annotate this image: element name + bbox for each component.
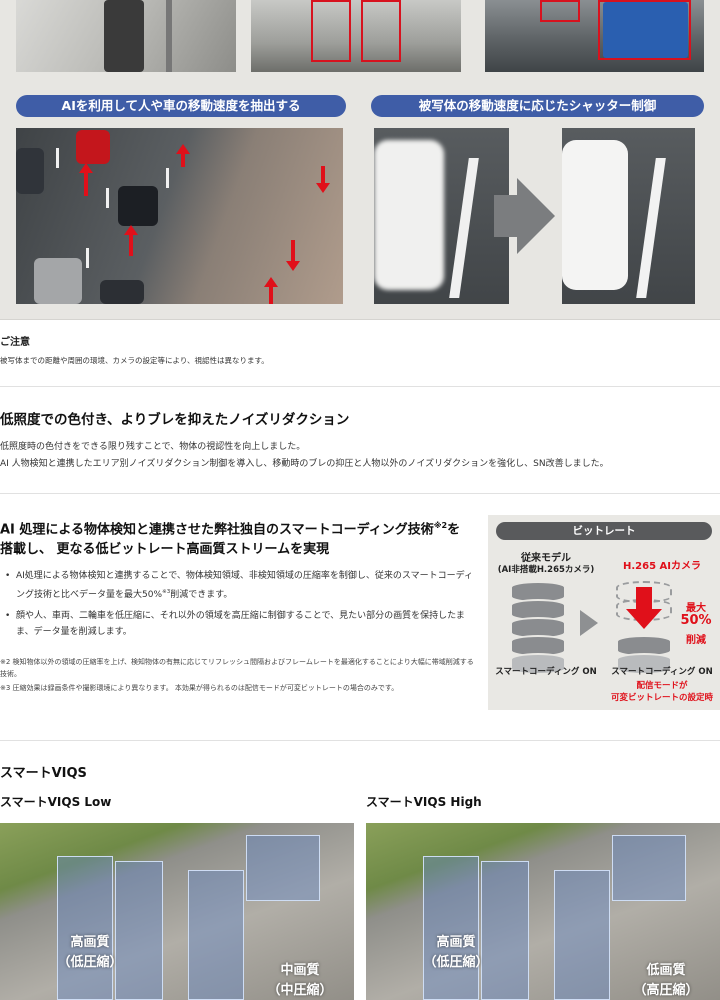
right-caption: スマートコーディング ON xyxy=(611,667,713,677)
feature-panel: AIを利用して人や車の移動速度を抽出する 被写体の移動速度に応じたシャッター制御 xyxy=(0,0,720,320)
mode-note-line2: 可変ビットレートの設定時 xyxy=(610,693,713,703)
bitrate-title: ビットレート xyxy=(496,522,712,540)
smart-coding-heading-text: 搭載し、 更なる低ビットレート高画質ストリームを実現 xyxy=(0,542,330,558)
bitrate-infographic: ビットレート 従来モデル (AI非搭載H.265カメラ) H.265 AIカメラ… xyxy=(488,515,720,710)
list-item: AI処理による物体検知と連携することで、物体検知領域、非検知領域の圧縮率を制御し… xyxy=(2,568,474,603)
before-after-arrow xyxy=(494,195,519,237)
high-quality-label-1: 高画質 xyxy=(436,935,476,950)
vehicle-detection-box xyxy=(540,0,580,22)
person-region xyxy=(57,856,113,1000)
viqs-high-photo: 高画質 （低圧縮） 低画質 （高圧縮） xyxy=(366,823,720,1000)
person-detection-box xyxy=(361,0,401,62)
smart-coding-heading-text: AI 処理による物体検知と連携させた弊社独自のスマートコーディング技術 xyxy=(0,522,434,538)
viqs-heading: スマートVIQS xyxy=(0,766,87,781)
low-quality-label-1: 高画質 xyxy=(70,935,110,950)
divider xyxy=(0,493,720,494)
note-title: ご注意 xyxy=(0,337,30,348)
vehicle-detection-box xyxy=(598,0,691,60)
noise-reduction-line2: AI 人物検知と連携したエリア別ノイズリダクション制御を導入し、移動時のブレの抑… xyxy=(0,459,609,469)
person-region xyxy=(115,861,163,1000)
comparison-arrow-icon xyxy=(580,610,598,636)
note-text: 被写体までの距離や周囲の環境、カメラの設定等により、視認性は異なります。 xyxy=(0,356,269,365)
smart-coding-heading: AI 処理による物体検知と連携させた弊社独自のスマートコーディング技術※2を 搭… xyxy=(0,516,480,560)
footnote-3: ※3 圧縮効果は録画条件や撮影環境により異なります。 本効果が得られるのは配信モ… xyxy=(0,684,399,692)
left-caption: スマートコーディング ON xyxy=(495,667,597,677)
low-quality-label-3: 中画質 xyxy=(280,963,320,978)
reduction-prefix: 最大 xyxy=(686,603,706,614)
footnote-ref: ※2 xyxy=(433,521,448,530)
shutter-control-label: 被写体の移動速度に応じたシャッター制御 xyxy=(371,95,704,117)
vehicle-detection-photo xyxy=(485,0,704,72)
legacy-model-label: 従来モデル xyxy=(521,553,571,564)
divider xyxy=(0,386,720,387)
list-item: 顔や人、車両、二輪車を低圧縮に、それ以外の領域を高圧縮に制御することで、見たい部… xyxy=(2,608,474,640)
viqs-low-photo: 高画質 （低圧縮） 中画質 （中圧縮） xyxy=(0,823,354,1000)
office-entrance-photo xyxy=(16,0,236,72)
reduction-suffix: 削減 xyxy=(686,635,706,646)
person-region xyxy=(423,856,479,1000)
footnote-ref: ※3 xyxy=(162,589,171,595)
person-region xyxy=(554,870,610,1000)
ai-camera-label: H.265 AIカメラ xyxy=(623,561,701,572)
smart-coding-bullets: AI処理による物体検知と連携することで、物体検知領域、非検知領域の圧縮率を制御し… xyxy=(2,568,474,645)
noise-reduction-heading: 低照度での色付き、よりブレを抑えたノイズリダクション xyxy=(0,412,350,428)
high-quality-label-2: （低圧縮） xyxy=(423,955,489,970)
divider xyxy=(0,740,720,741)
footnote-2: ※2 検知物体以外の領域の圧縮率を上げ、検知物体の有無に応じてリフレッシュ間隔お… xyxy=(0,658,474,678)
noise-reduction-line1: 低照度時の色付きをできる限り残すことで、物体の視認性を向上しました。 xyxy=(0,442,306,452)
vehicle-region xyxy=(246,835,320,901)
speed-extraction-label: AIを利用して人や車の移動速度を抽出する xyxy=(16,95,346,117)
reduction-value: 50% xyxy=(680,613,712,628)
low-quality-label-4: （中圧縮） xyxy=(267,983,333,998)
pedestrian-detection-photo xyxy=(251,0,461,72)
person-region xyxy=(188,870,244,1000)
sharp-car-photo xyxy=(562,128,695,304)
smart-coding-heading-text: を xyxy=(447,522,461,538)
viqs-high-title: スマートVIQS High xyxy=(366,795,482,809)
blurred-car-photo xyxy=(374,128,509,304)
high-quality-label-4: （高圧縮） xyxy=(633,983,699,998)
aerial-street-photo xyxy=(16,128,343,304)
mode-note-line1: 配信モードが xyxy=(636,681,688,691)
low-quality-label-2: （低圧縮） xyxy=(57,955,123,970)
person-region xyxy=(481,861,529,1000)
viqs-low-title: スマートVIQS Low xyxy=(0,795,112,809)
before-after-arrowhead xyxy=(517,178,555,254)
legacy-model-sub: (AI非搭載H.265カメラ) xyxy=(497,565,595,575)
person-detection-box xyxy=(311,0,351,62)
vehicle-region xyxy=(612,835,686,901)
high-quality-label-3: 低画質 xyxy=(646,963,686,978)
